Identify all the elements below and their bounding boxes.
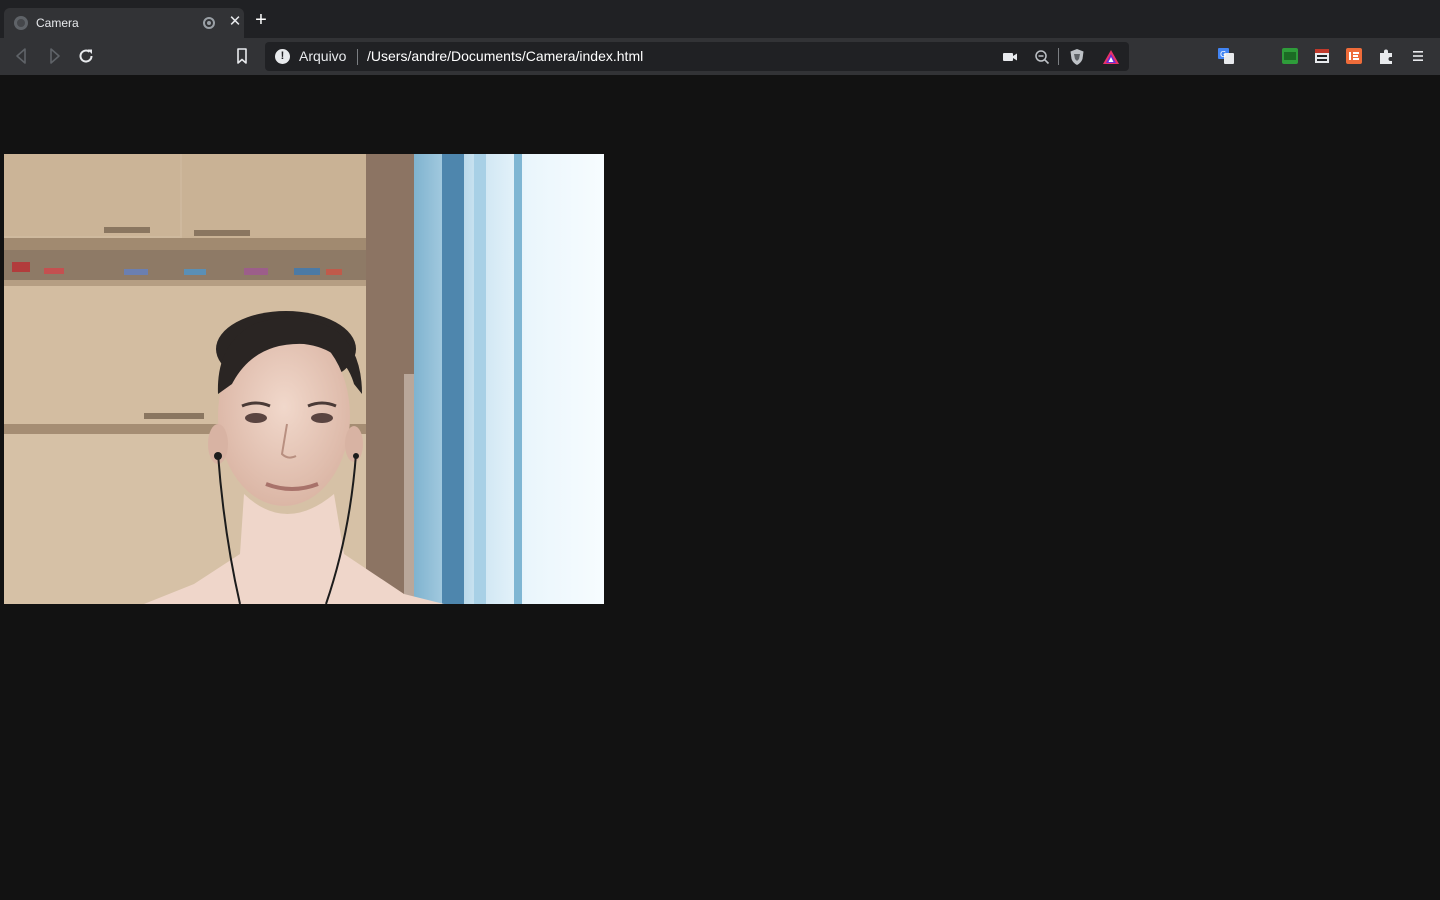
bookmark-button[interactable] (231, 45, 253, 67)
webcam-frame-image (4, 154, 604, 604)
tab-camera[interactable]: Camera ✕ (4, 8, 244, 38)
av3-extension-icon (1282, 48, 1298, 64)
zoom-button[interactable] (1032, 47, 1052, 67)
forward-button[interactable] (43, 45, 65, 67)
tab-title: Camera (36, 16, 79, 30)
page-content (0, 75, 1440, 900)
zoom-out-icon (1035, 50, 1050, 65)
url-text[interactable]: /Users/andre/Documents/Camera/index.html (367, 48, 643, 64)
tab-strip: Camera ✕ + (0, 0, 1440, 38)
back-button[interactable] (11, 45, 33, 67)
ie-extension-button[interactable] (1345, 47, 1363, 65)
brave-shields-button[interactable] (1067, 47, 1087, 67)
translate-extension-button[interactable]: G (1217, 47, 1235, 65)
globe-icon (14, 16, 28, 30)
reload-button[interactable] (75, 45, 97, 67)
bookmark-icon (237, 48, 247, 64)
brave-rewards-button[interactable] (1101, 47, 1121, 67)
av3-extension-button[interactable] (1281, 47, 1299, 65)
ie-tab-icon (1346, 48, 1362, 64)
forward-arrow-icon (50, 48, 60, 64)
svg-text:G: G (1220, 50, 1226, 59)
extensions-menu-button[interactable] (1377, 47, 1395, 65)
browser-toolbar: ! Arquivo /Users/andre/Documents/Camera/… (0, 38, 1440, 75)
address-bar[interactable]: ! Arquivo /Users/andre/Documents/Camera/… (265, 42, 1129, 71)
new-tab-button[interactable]: + (252, 10, 270, 30)
hamburger-menu-icon (1413, 51, 1423, 61)
translate-icon: G (1218, 48, 1234, 64)
puzzle-icon (1380, 49, 1392, 64)
brave-shields-icon (1070, 49, 1084, 65)
camera-video-feed (4, 154, 604, 604)
info-icon[interactable]: ! (275, 49, 290, 64)
reload-icon (79, 49, 93, 63)
security-label[interactable]: Arquivo (299, 48, 346, 64)
main-menu-button[interactable] (1409, 47, 1427, 65)
omnibox-divider (357, 49, 358, 65)
close-tab-button[interactable]: ✕ (226, 13, 244, 31)
video-camera-icon (1003, 53, 1017, 61)
back-arrow-icon (16, 48, 26, 64)
recording-indicator-icon (203, 17, 215, 29)
clapperboard-icon (1315, 49, 1329, 63)
brave-rewards-icon (1103, 50, 1119, 64)
omnibox-divider-right (1058, 48, 1059, 65)
camera-in-use-button[interactable] (1000, 47, 1020, 67)
clapper-extension-button[interactable] (1313, 47, 1331, 65)
